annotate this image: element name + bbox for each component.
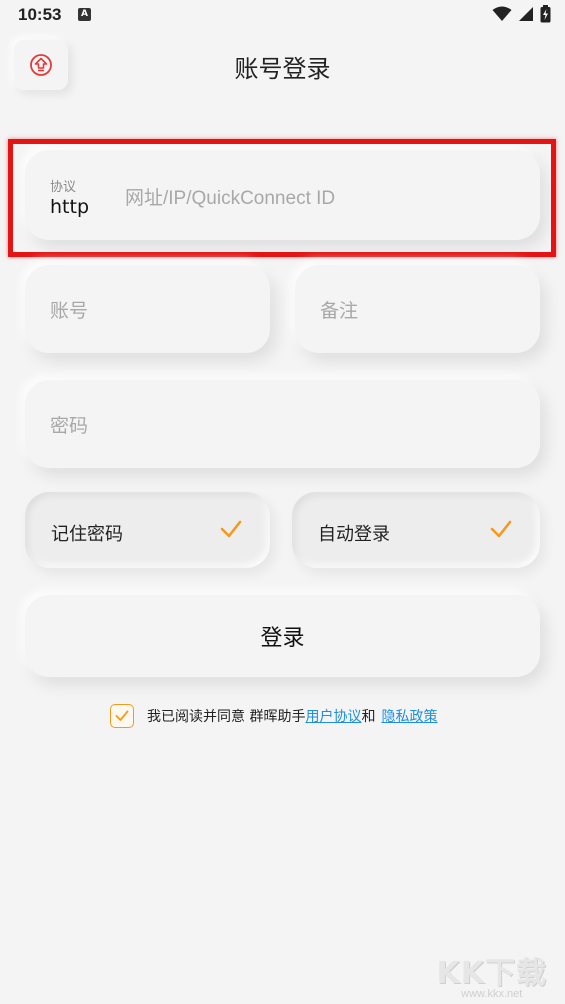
privacy-policy-link[interactable]: 隐私政策 (381, 706, 437, 726)
auto-login-label: 自动登录 (318, 524, 390, 545)
login-screen: 10:53 A 账号登录 协议 http 网址/IP/QuickConnect … (0, 0, 565, 1004)
notification-icon: A (78, 8, 91, 21)
watermark-logo: KK下载 (436, 956, 547, 991)
checkmark-icon (115, 710, 129, 721)
checkmark-icon (220, 520, 242, 538)
login-button-label: 登录 (260, 626, 305, 651)
battery-charging-icon (540, 5, 551, 23)
user-agreement-link[interactable]: 用户协议 (305, 706, 361, 726)
signal-icon (519, 7, 533, 21)
agreement-conjunction: 和 (361, 709, 376, 725)
checkmark-icon (490, 520, 512, 538)
remark-input[interactable]: 备注 (320, 296, 358, 323)
status-icons (492, 5, 551, 23)
page-title: 账号登录 (234, 55, 331, 83)
wifi-icon (492, 6, 512, 21)
remark-field[interactable]: 备注 (295, 265, 540, 353)
login-button[interactable]: 登录 (25, 595, 540, 677)
password-field[interactable]: 密码 (25, 380, 540, 468)
remember-password-toggle[interactable]: 记住密码 (25, 492, 270, 568)
agreement-text: 我已阅读并同意 群晖助手 (147, 709, 306, 725)
agreement-row: 我已阅读并同意 群晖助手 用户协议 和 隐私政策 (110, 704, 437, 728)
status-time: 10:53 (18, 5, 62, 24)
auto-login-toggle[interactable]: 自动登录 (292, 492, 540, 568)
account-input[interactable]: 账号 (50, 296, 88, 323)
agreement-checkbox[interactable] (110, 704, 134, 728)
highlight-box (8, 139, 556, 257)
watermark: KK下载 www.kkx.net (437, 948, 548, 1000)
remember-password-label: 记住密码 (51, 524, 123, 545)
account-field[interactable]: 账号 (25, 265, 270, 353)
status-bar: 10:53 A (0, 0, 565, 32)
password-input[interactable]: 密码 (50, 411, 88, 438)
